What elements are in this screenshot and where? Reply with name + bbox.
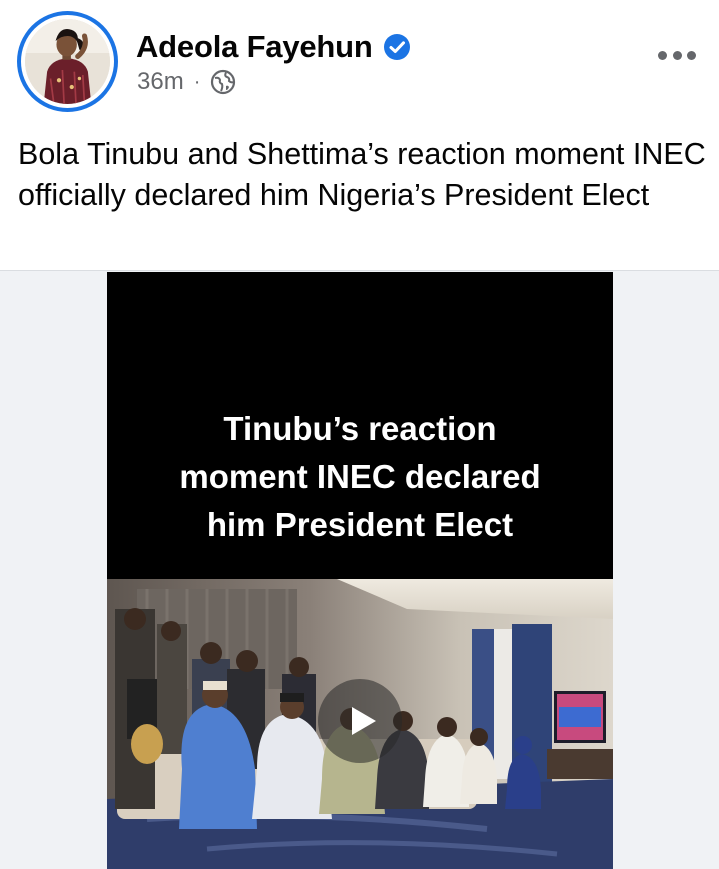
video-player[interactable]: Tinubu’s reaction moment INEC declared h… bbox=[107, 272, 613, 869]
play-button[interactable] bbox=[318, 679, 402, 763]
author-name[interactable]: Adeola Fayehun bbox=[136, 29, 373, 65]
post-text: Bola Tinubu and Shettima’s reaction mome… bbox=[18, 137, 706, 212]
meta-separator: · bbox=[193, 70, 201, 93]
verified-badge-icon bbox=[383, 33, 411, 61]
more-options-icon[interactable] bbox=[652, 40, 702, 70]
post-timestamp[interactable]: 36m bbox=[137, 68, 184, 96]
author-line: Adeola Fayehun bbox=[136, 28, 411, 66]
media-area: Tinubu’s reaction moment INEC declared h… bbox=[0, 270, 719, 869]
post-header: Adeola Fayehun 36m · bbox=[0, 0, 719, 120]
video-caption: Tinubu’s reaction moment INEC declared h… bbox=[107, 405, 613, 549]
video-caption-line: him President Elect bbox=[206, 506, 514, 543]
post-meta: 36m · bbox=[137, 66, 236, 98]
video-caption-line: Tinubu’s reaction bbox=[223, 410, 497, 447]
globe-icon[interactable] bbox=[210, 69, 236, 95]
video-caption-line: moment INEC declared bbox=[179, 458, 541, 495]
author-avatar[interactable] bbox=[17, 11, 118, 112]
play-icon bbox=[352, 707, 376, 735]
